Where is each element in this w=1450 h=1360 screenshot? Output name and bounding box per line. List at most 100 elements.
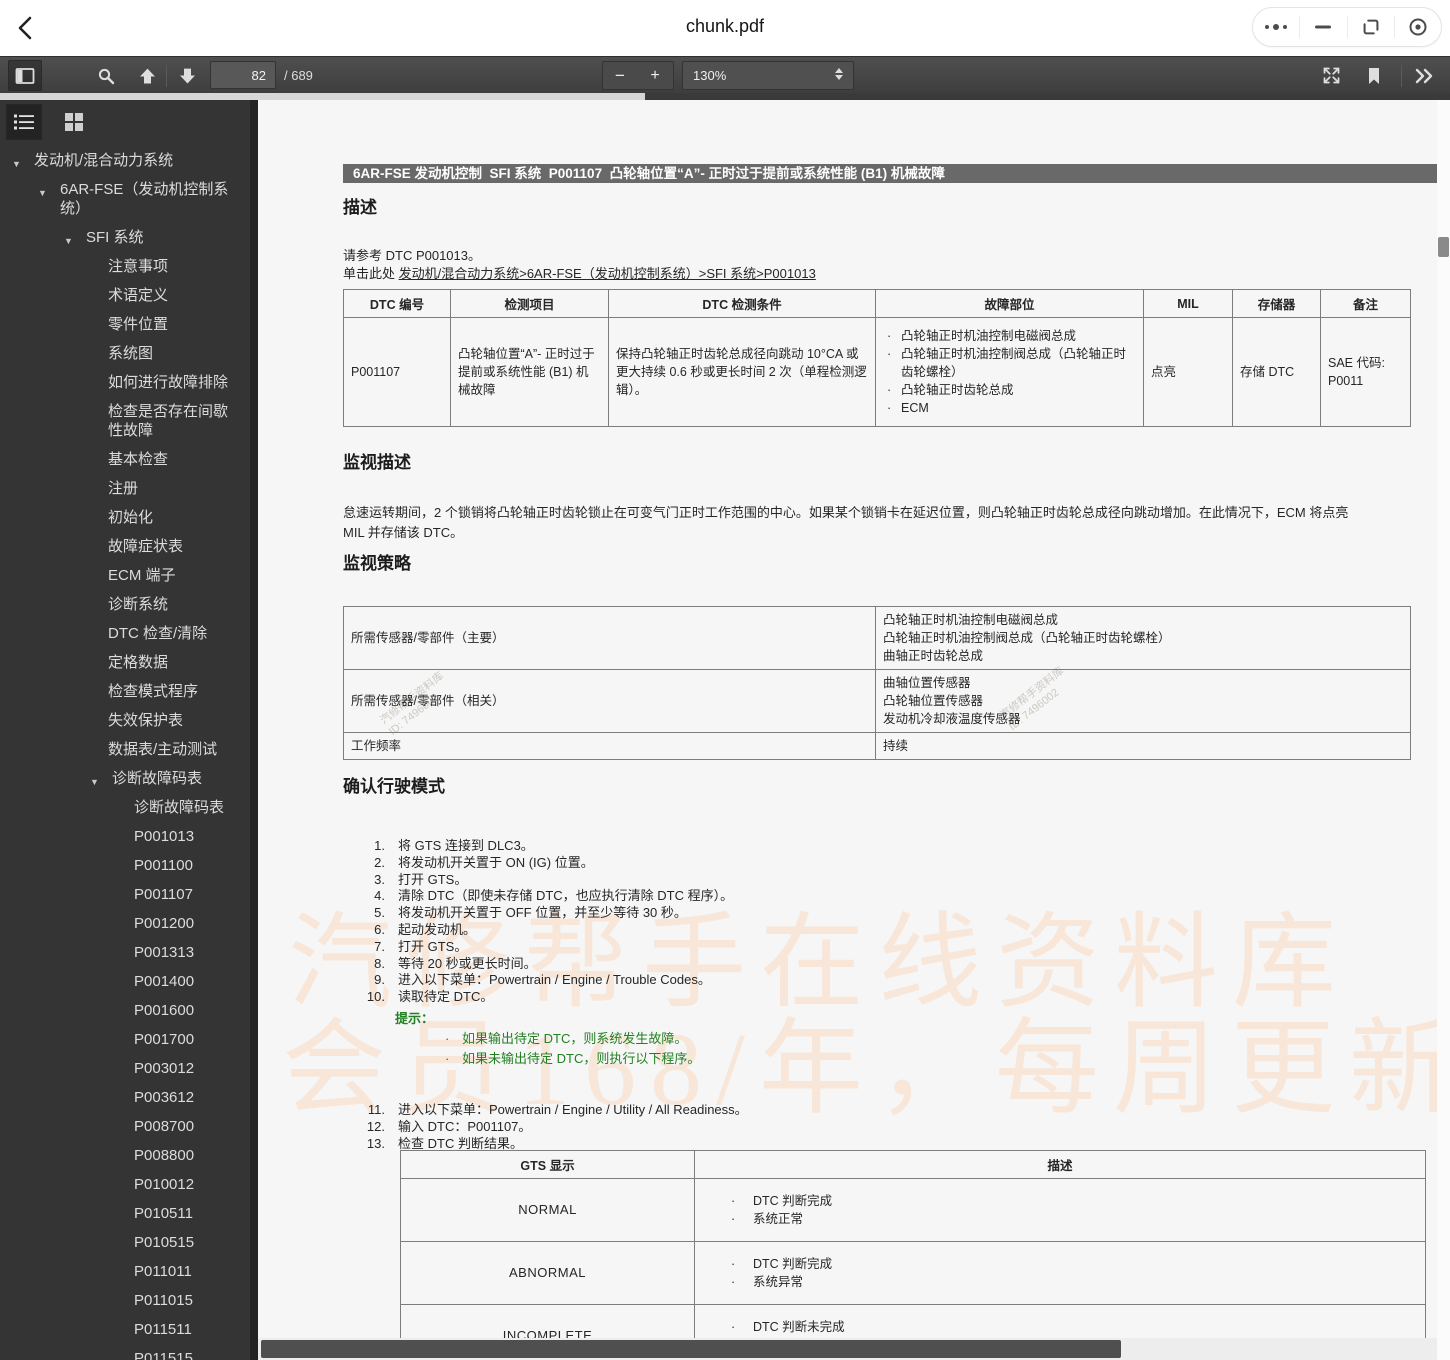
sidebar-tree-item[interactable]: 术语定义 xyxy=(0,281,250,310)
sidebar-tree-item[interactable]: P001700 xyxy=(0,1025,250,1054)
select-spinner-icon xyxy=(835,68,843,80)
sidebar-tree-item[interactable]: P010511 xyxy=(0,1199,250,1228)
search-button[interactable] xyxy=(92,62,120,89)
sidebar-tree-item[interactable]: 如何进行故障排除 xyxy=(0,368,250,397)
section-heading-monitor-desc: 监视描述 xyxy=(343,453,411,472)
sidebar-tree-item[interactable]: P011515 xyxy=(0,1344,250,1360)
tree-item-label: 系统图 xyxy=(108,345,154,362)
tree-item-label: 发动机/混合动力系统 xyxy=(34,152,174,169)
bookmark-icon xyxy=(1367,67,1381,85)
sidebar-tree-item[interactable]: 定格数据 xyxy=(0,648,250,677)
sidebar-tree-item[interactable]: P001600 xyxy=(0,996,250,1025)
zoom-in-button[interactable]: + xyxy=(637,61,674,90)
bullet-dot: · xyxy=(445,1031,450,1046)
tree-expand-arrow-icon[interactable]: ▼ xyxy=(38,184,47,203)
sidebar-tree-item[interactable]: 失效保护表 xyxy=(0,706,250,735)
tree-item-label: P001100 xyxy=(134,857,193,874)
vertical-scrollbar[interactable] xyxy=(1437,100,1450,1360)
zoom-out-button[interactable]: − xyxy=(602,61,638,90)
step-text: 读取待定 DTC。 xyxy=(398,989,494,1005)
tree-item-label: P001700 xyxy=(134,1031,195,1048)
more-options-button[interactable] xyxy=(1253,8,1299,46)
sidebar-tree-item[interactable]: 零件位置 xyxy=(0,310,250,339)
tree-item-label: P003612 xyxy=(134,1089,195,1106)
page-number-input[interactable] xyxy=(210,61,276,89)
value-line: 曲轴正时齿轮总成 xyxy=(883,649,984,663)
search-icon xyxy=(97,67,115,85)
sidebar-tree-item[interactable]: P001200 xyxy=(0,909,250,938)
sidebar-tree-item[interactable]: P001400 xyxy=(0,967,250,996)
sidebar-tree-item[interactable]: 检查模式程序 xyxy=(0,677,250,706)
sidebar-tree-item[interactable]: 检查是否存在间歇性故障 xyxy=(0,397,250,445)
table-row: P001107 凸轮轴位置“A”- 正时过于提前或系统性能 (B1) 机械故障 … xyxy=(343,317,1411,427)
step-number: 2. xyxy=(374,854,385,870)
sidebar-tree-item[interactable]: 故障症状表 xyxy=(0,532,250,561)
sidebar-tree-item[interactable]: P010012 xyxy=(0,1170,250,1199)
sidebar-tree-item[interactable]: P011015 xyxy=(0,1286,250,1315)
next-page-button[interactable] xyxy=(173,62,201,89)
sidebar-tree-item[interactable]: 数据表/主动测试 xyxy=(0,735,250,764)
value-line: 凸轮轴正时机油控制阀总成（凸轮轴正时齿轮螺栓） xyxy=(883,631,1171,645)
sidebar-tree-item[interactable]: 诊断故障码表 xyxy=(0,793,250,822)
sidebar-tree-item[interactable]: ▼ 发动机/混合动力系统 xyxy=(0,146,250,175)
sidebar-tree-item[interactable]: P008700 xyxy=(0,1112,250,1141)
tree-item-label: 诊断系统 xyxy=(108,596,169,613)
sidebar-tree-item[interactable]: P001100 xyxy=(0,851,250,880)
bookmark-button[interactable] xyxy=(1360,62,1388,89)
sidebar-tree-item[interactable]: 注意事项 xyxy=(0,252,250,281)
home-record-button[interactable] xyxy=(1395,8,1441,46)
detect-condition-cell: 保持凸轮轴正时齿轮总成径向跳动 10°CA 或更大持续 0.6 秒或更长时间 2… xyxy=(608,317,876,427)
column-header: DTC 检测条件 xyxy=(608,289,876,318)
minimize-button[interactable] xyxy=(1300,8,1346,46)
sidebar-tree-item[interactable]: 初始化 xyxy=(0,503,250,532)
tree-item-label: P001107 xyxy=(134,886,193,903)
sidebar-tree-item[interactable]: P001013 xyxy=(0,822,250,851)
table-row: 所需传感器/零部件（主要） 凸轮轴正时机油控制电磁阀总成 凸轮轴正时机油控制阀总成… xyxy=(343,606,1411,670)
bullet-item: · DTC 判断完成 xyxy=(731,1257,833,1271)
sidebar-tree-item[interactable]: P001107 xyxy=(0,880,250,909)
zoom-level-select[interactable]: 130% xyxy=(682,61,854,90)
thumbnails-view-button[interactable] xyxy=(56,104,92,140)
horizontal-scrollbar[interactable] xyxy=(258,1338,1437,1360)
sidebar-resizer[interactable] xyxy=(250,100,258,1360)
sidebar-toggle-button[interactable] xyxy=(8,60,42,91)
sidebar-tree-item[interactable]: 系统图 xyxy=(0,339,250,368)
presentation-mode-button[interactable] xyxy=(1316,62,1346,89)
double-chevron-icon xyxy=(1414,68,1434,84)
sidebar-tree-item[interactable]: P010515 xyxy=(0,1228,250,1257)
sidebar-tree-item[interactable]: 诊断系统 xyxy=(0,590,250,619)
memory-cell: 存储 DTC xyxy=(1232,317,1321,427)
loading-progress-fill xyxy=(0,93,645,100)
restore-window-button[interactable] xyxy=(1348,8,1394,46)
sidebar-tree-item[interactable]: ▼ SFI 系统 xyxy=(0,223,250,252)
section-heading-describe: 描述 xyxy=(343,198,377,217)
bullet-dot: · xyxy=(731,1212,736,1226)
sidebar-tree-item[interactable]: P011511 xyxy=(0,1315,250,1344)
sidebar-tree-item[interactable]: P003012 xyxy=(0,1054,250,1083)
dtc-detail-table: DTC 编号 检测项目 DTC 检测条件 故障部位 MIL 存储器 备注 P00… xyxy=(343,289,1411,427)
previous-page-button[interactable] xyxy=(133,62,161,89)
sidebar-tree-item[interactable]: P003612 xyxy=(0,1083,250,1112)
vertical-scrollbar-thumb[interactable] xyxy=(1438,237,1449,257)
sidebar-tree-item[interactable]: 基本检查 xyxy=(0,445,250,474)
horizontal-scrollbar-thumb[interactable] xyxy=(261,1340,1121,1358)
sidebar-tree-item[interactable]: ▼ 诊断故障码表 xyxy=(0,764,250,793)
strategy-label-cell: 所需传感器/零部件（主要） xyxy=(343,606,876,670)
sidebar-tree-item[interactable]: ▼ 6AR-FSE（发动机控制系统） xyxy=(0,175,250,223)
step-text: 将发动机开关置于 OFF 位置，并至少等待 30 秒。 xyxy=(398,905,687,921)
sidebar-tree-item[interactable]: P001313 xyxy=(0,938,250,967)
tree-expand-arrow-icon[interactable]: ▼ xyxy=(90,773,99,792)
monitor-description-paragraph: 怠速运转期间，2 个锁销将凸轮轴正时齿轮锁止在可变气门正时工作范围的中心。如果某… xyxy=(343,505,1349,540)
outline-view-button[interactable] xyxy=(6,104,42,140)
sidebar-tree-item[interactable]: P011011 xyxy=(0,1257,250,1286)
sidebar-tree-item[interactable]: P008800 xyxy=(0,1141,250,1170)
secondary-toolbar-button[interactable] xyxy=(1408,62,1440,89)
tree-expand-arrow-icon[interactable]: ▼ xyxy=(12,155,21,174)
sidebar-tree-item[interactable]: DTC 检查/清除 xyxy=(0,619,250,648)
gts-desc-cell: · DTC 判断完成 · 系统异常 xyxy=(694,1241,1426,1305)
sidebar-tree-item[interactable]: ECM 端子 xyxy=(0,561,250,590)
sidebar-tree-item[interactable]: 注册 xyxy=(0,474,250,503)
tree-item-label: P001313 xyxy=(134,944,195,961)
tree-expand-arrow-icon[interactable]: ▼ xyxy=(64,232,73,251)
breadcrumb-link[interactable]: 发动机/混合动力系统>6AR-FSE（发动机控制系统）>SFI 系统>P0010… xyxy=(399,266,816,281)
